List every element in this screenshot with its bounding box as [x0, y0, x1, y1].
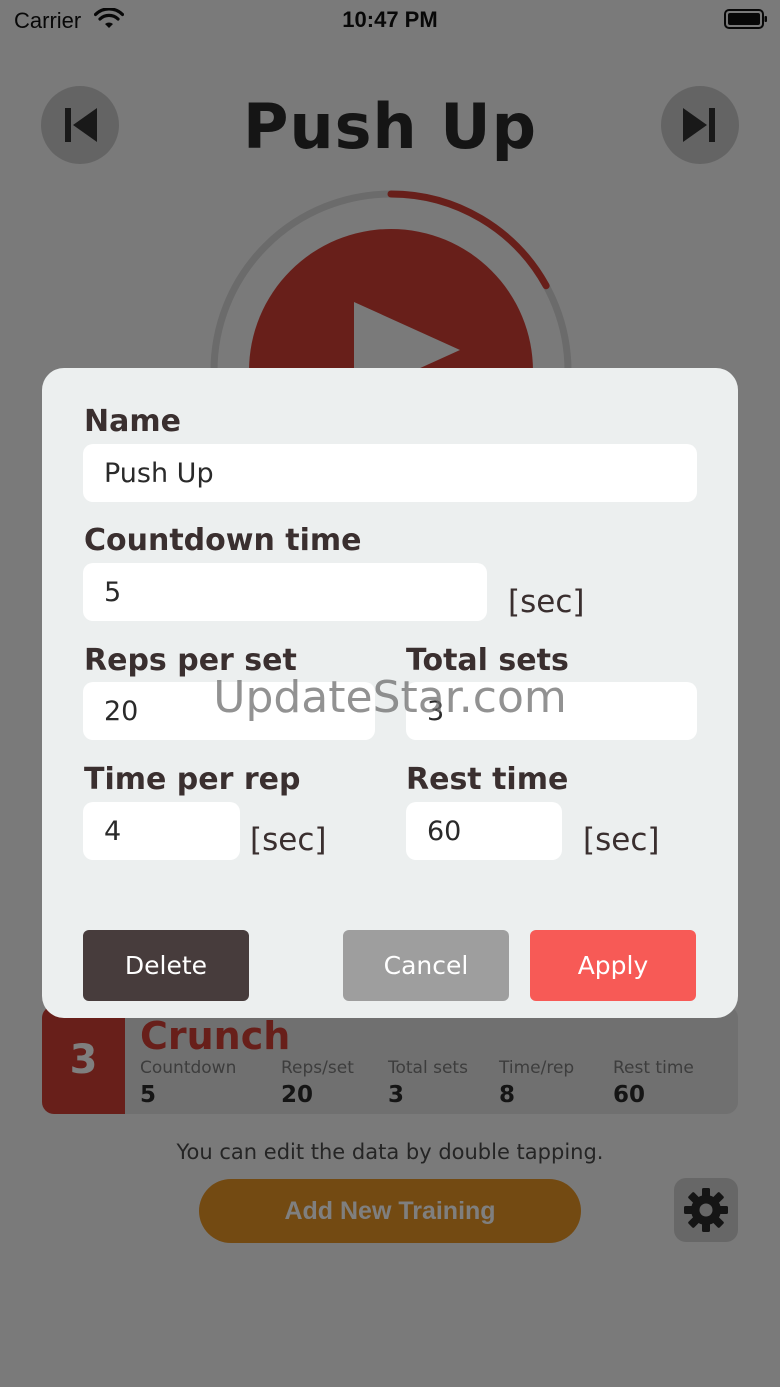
countdown-label: Countdown time [84, 523, 362, 558]
rest-time-label: Rest time [406, 762, 569, 797]
countdown-unit: [sec] [508, 584, 585, 620]
delete-button[interactable]: Delete [83, 930, 249, 1001]
countdown-input[interactable] [83, 563, 487, 621]
rest-time-unit: [sec] [583, 822, 660, 858]
name-label: Name [84, 404, 181, 439]
apply-button[interactable]: Apply [530, 930, 696, 1001]
time-per-rep-unit: [sec] [250, 822, 327, 858]
watermark: UpdateStar.com [213, 672, 567, 723]
time-per-rep-label: Time per rep [84, 762, 301, 797]
cancel-button[interactable]: Cancel [343, 930, 509, 1001]
time-per-rep-input[interactable] [83, 802, 240, 860]
rest-time-input[interactable] [406, 802, 562, 860]
name-input[interactable] [83, 444, 697, 502]
